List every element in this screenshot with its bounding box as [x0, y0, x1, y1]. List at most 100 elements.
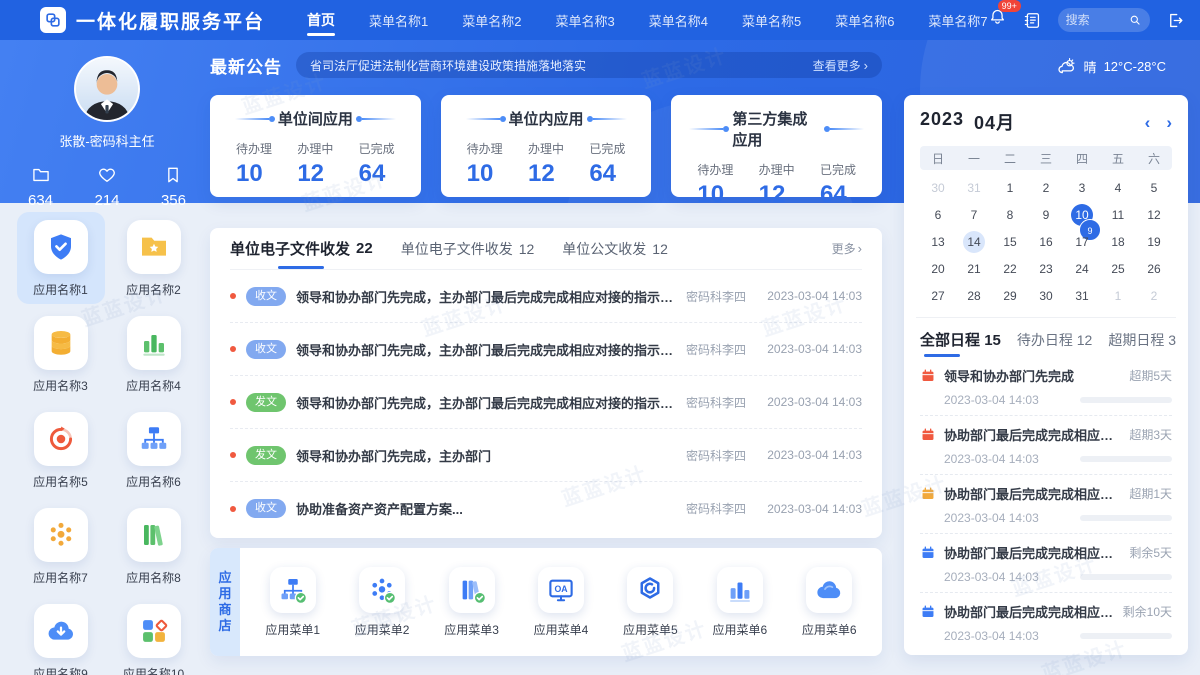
calendar-day-23[interactable]: 22	[992, 256, 1028, 281]
calendar-day-8[interactable]: 7	[956, 202, 992, 227]
calendar-day-34[interactable]: 2	[1136, 283, 1172, 308]
title-ornament-right	[362, 118, 396, 120]
sidebar-app-2[interactable]: 应用名称3	[17, 308, 105, 400]
calendar-day-31[interactable]: 30	[1028, 283, 1064, 308]
calendar-next-icon[interactable]: ›	[1166, 114, 1172, 131]
notifications-button[interactable]: 99+	[988, 8, 1007, 32]
nav-item-3[interactable]: 菜单名称3	[555, 0, 614, 40]
schedule-item-0[interactable]: 领导和协办部门先完成超期5天2023-03-04 14:03	[920, 357, 1172, 416]
sidebar-app-7[interactable]: 应用名称8	[110, 500, 198, 592]
calendar-day-6[interactable]: 5	[1136, 175, 1172, 200]
calendar-day-32[interactable]: 31	[1064, 283, 1100, 308]
file-row-1[interactable]: 收文领导和协办部门先完成，主办部门最后完成完成相应对接的指示任务办件，请示文密码…	[230, 323, 862, 376]
calendar-day-7[interactable]: 6	[920, 202, 956, 227]
schedule-item-1[interactable]: 协助部门最后完成完成相应对接...超期3天2023-03-04 14:03	[920, 416, 1172, 475]
schedule-tab-2[interactable]: 超期日程 3	[1108, 330, 1176, 357]
calendar-day-4[interactable]: 3	[1064, 175, 1100, 200]
store-item-0[interactable]: 应用菜单1	[265, 567, 320, 638]
store-item-4[interactable]: 应用菜单5	[623, 567, 678, 638]
files-tab-1[interactable]: 单位电子文件收发12	[401, 228, 535, 269]
calendar-day-9[interactable]: 8	[992, 202, 1028, 227]
calendar-day-3[interactable]: 2	[1028, 175, 1064, 200]
calendar-day-28[interactable]: 27	[920, 283, 956, 308]
file-dept: 密码科李四	[686, 500, 746, 517]
calendar-day-24[interactable]: 23	[1028, 256, 1064, 281]
calendar-glyph-icon	[920, 545, 936, 561]
calendar-day-5[interactable]: 4	[1100, 175, 1136, 200]
nav-item-0[interactable]: 首页	[307, 0, 335, 40]
calendar-day-33[interactable]: 1	[1100, 283, 1136, 308]
store-item-5[interactable]: 应用菜单6	[712, 567, 767, 638]
sidebar-app-6[interactable]: 应用名称7	[17, 500, 105, 592]
calendar-day-10[interactable]: 9	[1028, 202, 1064, 227]
nav-item-1[interactable]: 菜单名称1	[369, 0, 428, 40]
sidebar-app-4[interactable]: 应用名称5	[17, 404, 105, 496]
calendar-day-27[interactable]: 26	[1136, 256, 1172, 281]
file-row-2[interactable]: 发文领导和协办部门先完成，主办部门最后完成完成相应对接的指示任务办件，请示文密码…	[230, 376, 862, 429]
schedule-tab-1[interactable]: 待办日程 12	[1017, 330, 1092, 357]
calendar-day-30[interactable]: 29	[992, 283, 1028, 308]
calendar-day-20[interactable]: 19	[1136, 229, 1172, 254]
profile-stat-0[interactable]: 634	[28, 165, 53, 209]
nav-item-5[interactable]: 菜单名称5	[742, 0, 801, 40]
nav-item-4[interactable]: 菜单名称4	[649, 0, 708, 40]
file-row-3[interactable]: 发文领导和协办部门先完成，主办部门密码科李四2023-03-04 14:03	[230, 429, 862, 482]
sidebar-app-0[interactable]: 应用名称1	[17, 212, 105, 304]
store-item-label: 应用菜单3	[444, 621, 499, 638]
schedule-tab-0[interactable]: 全部日程 15	[920, 329, 1001, 357]
calendar-day-13[interactable]: 12	[1136, 202, 1172, 227]
calendar-prev-icon[interactable]: ‹	[1145, 114, 1151, 131]
avatar[interactable]	[74, 56, 140, 122]
logout-icon[interactable]	[1166, 11, 1185, 30]
app-sidebar: 应用名称1应用名称2应用名称3应用名称4应用名称5应用名称6应用名称7应用名称8…	[14, 212, 200, 675]
profile-stat-1[interactable]: 214	[94, 165, 119, 209]
files-tab-0[interactable]: 单位电子文件收发22	[230, 228, 373, 269]
files-tab-2[interactable]: 单位公文收发12	[562, 228, 668, 269]
calendar-day-19[interactable]: 18	[1100, 229, 1136, 254]
sidebar-app-3[interactable]: 应用名称4	[110, 308, 198, 400]
sidebar-app-9[interactable]: 应用名称10	[110, 596, 198, 675]
schedule-item-2[interactable]: 协助部门最后完成完成相应对接...超期1天2023-03-04 14:03	[920, 475, 1172, 534]
store-item-1[interactable]: 应用菜单2	[355, 567, 410, 638]
nav-item-7[interactable]: 菜单名称7	[928, 0, 987, 40]
schedule-item-3[interactable]: 协助部门最后完成完成相应对接...剩余5天2023-03-04 14:03	[920, 534, 1172, 593]
top-nav-bar: 一体化履职服务平台 首页菜单名称1菜单名称2菜单名称3菜单名称4菜单名称5菜单名…	[0, 0, 1200, 40]
file-title: 领导和协办部门先完成，主办部门最后完成完成相应对接的指示任务办件...	[296, 287, 676, 306]
calendar-day-1[interactable]: 31	[956, 175, 992, 200]
calendar-day-12[interactable]: 11	[1100, 202, 1136, 227]
metric-1: 办理中12	[297, 140, 333, 188]
calendar-day-26[interactable]: 25	[1100, 256, 1136, 281]
calendar-day-14[interactable]: 13	[920, 229, 956, 254]
file-row-0[interactable]: 收文领导和协办部门先完成，主办部门最后完成完成相应对接的指示任务办件...密码科…	[230, 270, 862, 323]
title-ornament-left	[235, 118, 269, 120]
announcement-pill[interactable]: 省司法厅促进法制化营商环境建设政策措施落地落实 查看更多›	[296, 52, 882, 78]
calendar-day-25[interactable]: 24	[1064, 256, 1100, 281]
sidebar-app-5[interactable]: 应用名称6	[110, 404, 198, 496]
files-more-link[interactable]: 更多›	[832, 240, 862, 257]
search-icon[interactable]	[1128, 13, 1142, 27]
nav-item-2[interactable]: 菜单名称2	[462, 0, 521, 40]
title-ornament-left	[466, 118, 500, 120]
address-book-icon[interactable]	[1023, 11, 1042, 30]
calendar-day-21[interactable]: 20	[920, 256, 956, 281]
calendar-day-0[interactable]: 30	[920, 175, 956, 200]
calendar-day-16[interactable]: 15	[992, 229, 1028, 254]
store-item-6[interactable]: 应用菜单6	[802, 567, 857, 638]
search-input[interactable]	[1066, 13, 1128, 27]
hex-link-icon	[635, 575, 665, 605]
calendar-day-2[interactable]: 1	[992, 175, 1028, 200]
view-more-link[interactable]: 查看更多›	[813, 57, 868, 74]
sidebar-app-8[interactable]: 应用名称9	[17, 596, 105, 675]
profile-stat-2[interactable]: 356	[161, 165, 186, 209]
calendar-day-15[interactable]: 14	[956, 229, 992, 254]
file-row-4[interactable]: 收文协助准备资产资产配置方案...密码科李四2023-03-04 14:03	[230, 482, 862, 535]
calendar-day-22[interactable]: 21	[956, 256, 992, 281]
schedule-item-4[interactable]: 协助部门最后完成完成相应对接...剩余10天2023-03-04 14:03	[920, 593, 1172, 651]
store-item-2[interactable]: 应用菜单3	[444, 567, 499, 638]
calendar-day-17[interactable]: 16	[1028, 229, 1064, 254]
nav-item-6[interactable]: 菜单名称6	[835, 0, 894, 40]
calendar-day-11[interactable]: 109	[1064, 202, 1100, 227]
calendar-day-29[interactable]: 28	[956, 283, 992, 308]
sidebar-app-1[interactable]: 应用名称2	[110, 212, 198, 304]
store-item-3[interactable]: OA应用菜单4	[534, 567, 589, 638]
